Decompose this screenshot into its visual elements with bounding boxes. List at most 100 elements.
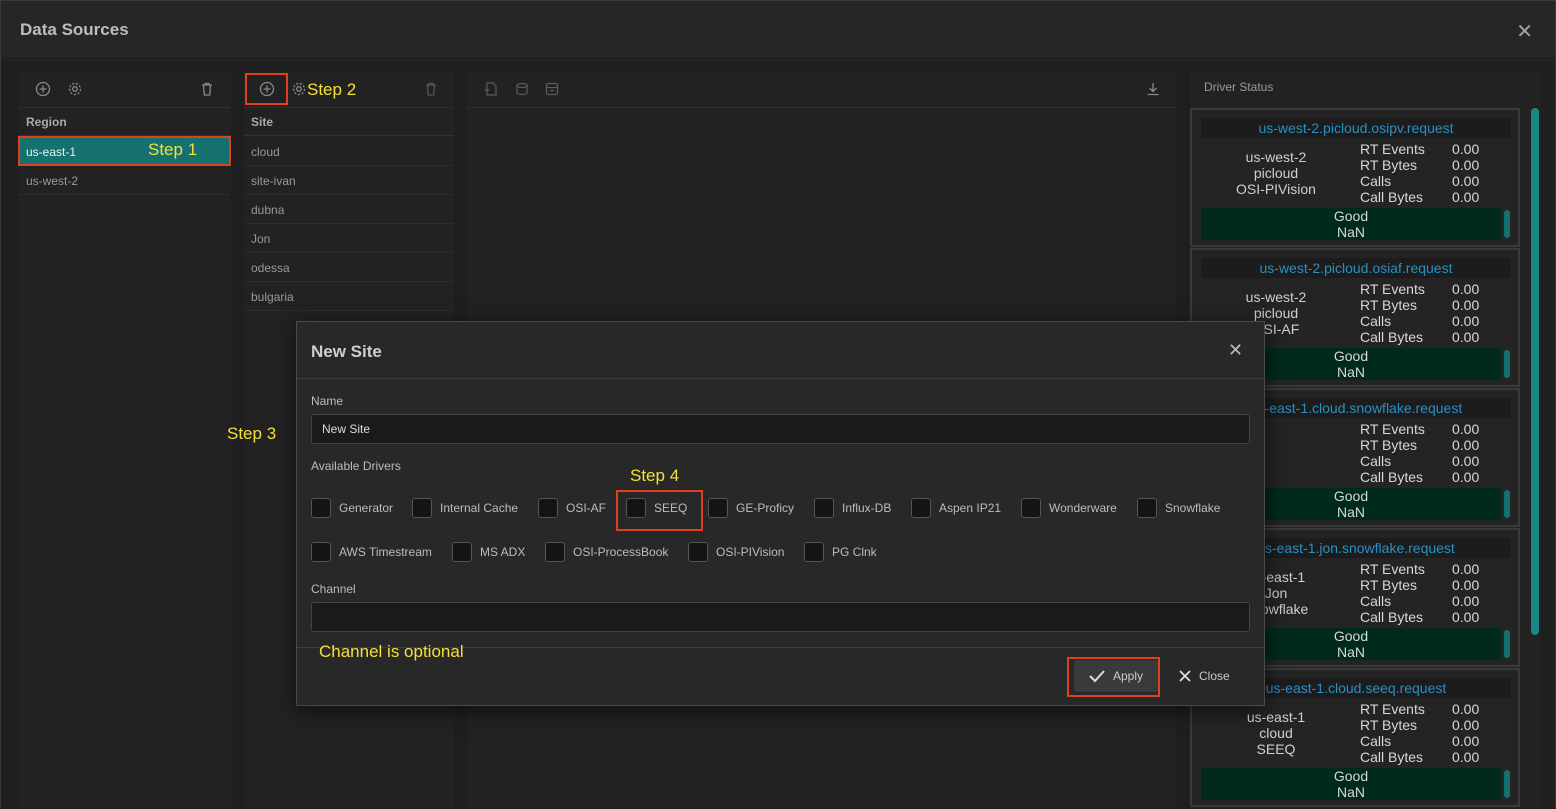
checkbox-box[interactable] <box>412 498 432 518</box>
site-row[interactable]: bulgaria <box>244 282 454 311</box>
driver-checkbox-osi-af[interactable]: OSI-AF <box>538 498 606 518</box>
checkbox-box[interactable] <box>538 498 558 518</box>
stat-label: Call Bytes <box>1360 469 1424 485</box>
channel-toolbar <box>467 72 1176 108</box>
driver-checkbox-osi-processbook[interactable]: OSI-ProcessBook <box>545 542 668 562</box>
driver-status-header: Driver Status <box>1204 80 1274 94</box>
site-settings-icon[interactable] <box>291 81 307 97</box>
driver-checkbox-ms-adx[interactable]: MS ADX <box>452 542 525 562</box>
driver-label: Aspen IP21 <box>939 501 1002 515</box>
status-text: Good <box>1333 768 1369 784</box>
driver-card-status: Good NaN <box>1201 208 1501 240</box>
site-row[interactable]: dubna <box>244 195 454 224</box>
driver-card-stat: RT Bytes 0.00 <box>1360 577 1479 593</box>
driver-checkbox-internal-cache[interactable]: Internal Cache <box>412 498 518 518</box>
checkbox-box[interactable] <box>1137 498 1157 518</box>
close-x-icon <box>1179 670 1191 682</box>
stat-value: 0.00 <box>1452 701 1480 717</box>
checkbox-box[interactable] <box>688 542 708 562</box>
driver-checkbox-osi-pivision[interactable]: OSI-PIVision <box>688 542 784 562</box>
window-titlebar: Data Sources ✕ <box>1 1 1555 59</box>
driver-checkbox-aws-timestream[interactable]: AWS Timestream <box>311 542 432 562</box>
download-icon[interactable] <box>1145 81 1161 97</box>
checkbox-box[interactable] <box>804 542 824 562</box>
modal-close-icon[interactable]: ✕ <box>1228 340 1243 361</box>
checkbox-box[interactable] <box>1021 498 1041 518</box>
stat-value: 0.00 <box>1452 453 1480 469</box>
database-icon[interactable] <box>514 81 530 97</box>
driver-checkbox-snowflake[interactable]: Snowflake <box>1137 498 1220 518</box>
channel-input[interactable] <box>311 602 1250 632</box>
checkbox-box[interactable] <box>311 542 331 562</box>
driver-card-meta: picloud <box>1253 305 1299 321</box>
window-close-icon[interactable]: ✕ <box>1516 19 1533 44</box>
driver-card-meta: us-west-2 <box>1245 289 1307 305</box>
name-input[interactable]: New Site <box>311 414 1250 444</box>
checkbox-box[interactable] <box>911 498 931 518</box>
checkbox-box[interactable] <box>814 498 834 518</box>
site-row[interactable]: odessa <box>244 253 454 282</box>
checkbox-box[interactable] <box>545 542 565 562</box>
region-row-us-east-1[interactable]: us-east-1 <box>19 137 231 166</box>
stat-label: RT Events <box>1360 141 1425 157</box>
add-region-icon[interactable] <box>35 81 51 97</box>
driver-checkbox-ge-proficy[interactable]: GE-Proficy <box>708 498 794 518</box>
driver-label: AWS Timestream <box>339 545 432 559</box>
site-row[interactable]: Jon <box>244 224 454 253</box>
driver-checkbox-pg-clnk[interactable]: PG Clnk <box>804 542 877 562</box>
stat-label: RT Bytes <box>1360 437 1418 453</box>
stat-label: RT Events <box>1360 281 1425 297</box>
driver-card-stats: RT Events 0.00 RT Bytes 0.00 Calls 0.00 Call B… <box>1360 281 1479 345</box>
region-panel: Region us-east-1 us-west-2 <box>19 72 231 809</box>
driver-card-stat: RT Bytes 0.00 <box>1360 437 1479 453</box>
stat-label: RT Events <box>1360 701 1425 717</box>
driver-card-title[interactable]: us-west-2.picloud.osiaf.request <box>1201 258 1511 278</box>
driver-checkbox-seeq[interactable]: SEEQ <box>626 498 687 518</box>
modal-footer: Channel is optional Apply Close <box>297 642 1264 706</box>
driver-card-status-bar <box>1504 630 1510 658</box>
driver-card-title[interactable]: us-west-2.picloud.osipv.request <box>1201 118 1511 138</box>
channel-optional-annotation: Channel is optional <box>319 642 464 661</box>
region-settings-icon[interactable] <box>67 81 83 97</box>
driver-card-stat: RT Bytes 0.00 <box>1360 157 1479 173</box>
stat-label: Calls <box>1360 313 1392 329</box>
driver-label: SEEQ <box>654 501 688 515</box>
apply-label: Apply <box>1113 669 1144 683</box>
driver-card-stat: RT Events 0.00 <box>1360 141 1479 157</box>
stat-value: 0.00 <box>1452 577 1480 593</box>
delete-site-icon[interactable] <box>423 81 439 97</box>
driver-card-meta: SEEQ <box>1256 741 1296 757</box>
region-row-us-west-2[interactable]: us-west-2 <box>19 166 231 195</box>
checkbox-box[interactable] <box>708 498 728 518</box>
driver-status-scrollbar[interactable] <box>1531 108 1539 635</box>
add-site-icon[interactable] <box>259 81 275 97</box>
apply-button[interactable]: Apply <box>1074 660 1158 692</box>
checkbox-box[interactable] <box>311 498 331 518</box>
driver-label: Influx-DB <box>842 501 892 515</box>
driver-checkbox-aspen-ip21[interactable]: Aspen IP21 <box>911 498 1001 518</box>
region-column-header: Region <box>19 108 231 136</box>
stat-value: 0.00 <box>1452 749 1480 765</box>
driver-card-stat: RT Events 0.00 <box>1360 421 1479 437</box>
driver-card-stats: RT Events 0.00 RT Bytes 0.00 Calls 0.00 Call B… <box>1360 421 1479 485</box>
driver-label: PG Clnk <box>832 545 877 559</box>
archive-icon[interactable] <box>544 81 560 97</box>
delete-region-icon[interactable] <box>199 81 215 97</box>
driver-card-meta: cloud <box>1259 725 1293 741</box>
driver-card-stats: RT Events 0.00 RT Bytes 0.00 Calls 0.00 Call B… <box>1360 141 1479 205</box>
site-row[interactable]: cloud <box>244 137 454 166</box>
driver-checkbox-wonderware[interactable]: Wonderware <box>1021 498 1117 518</box>
driver-card-stat: Calls 0.00 <box>1360 313 1479 329</box>
modal-title: New Site <box>311 342 382 361</box>
stat-label: RT Bytes <box>1360 717 1418 733</box>
new-file-icon[interactable] <box>483 81 499 97</box>
driver-card-stat: Call Bytes 0.00 <box>1360 749 1479 765</box>
checkbox-box[interactable] <box>626 498 646 518</box>
stat-value: 0.00 <box>1452 141 1480 157</box>
checkbox-box[interactable] <box>452 542 472 562</box>
driver-checkbox-generator[interactable]: Generator <box>311 498 393 518</box>
close-button[interactable]: Close <box>1176 660 1246 692</box>
driver-label: Wonderware <box>1049 501 1117 515</box>
driver-checkbox-influx-db[interactable]: Influx-DB <box>814 498 891 518</box>
site-row[interactable]: site-ivan <box>244 166 454 195</box>
